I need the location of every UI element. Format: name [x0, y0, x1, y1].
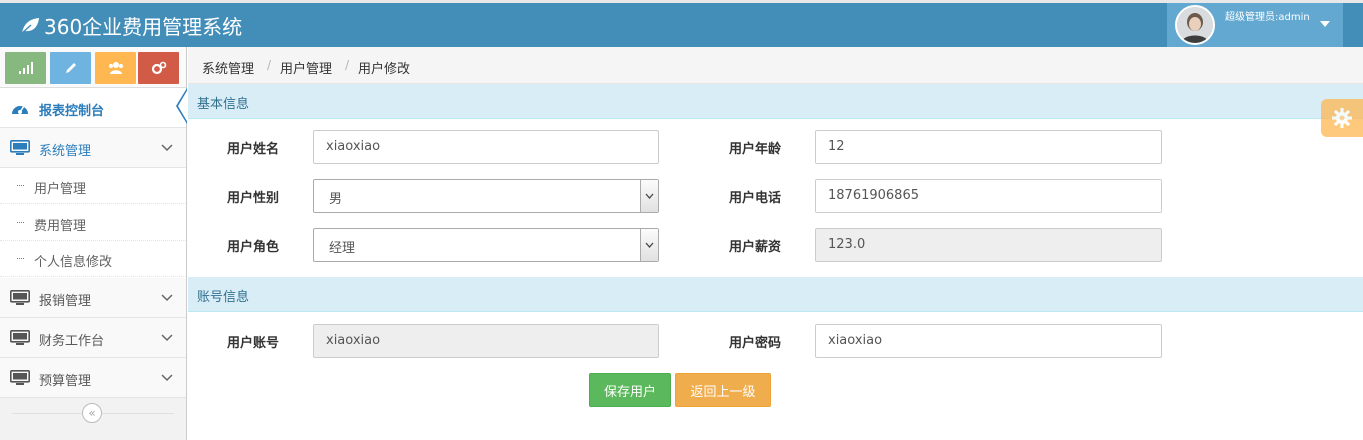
dashboard-icon — [12, 105, 28, 114]
chevron-down-icon — [161, 334, 173, 342]
select-arrow — [640, 229, 658, 261]
cogs-icon — [151, 61, 166, 75]
phone-label: 用户电话 — [729, 191, 782, 206]
name-label: 用户姓名 — [227, 142, 280, 157]
role-label: 用户角色 — [227, 240, 280, 255]
submenu-system: 用户管理 费用管理 个人信息修改 — [0, 168, 186, 278]
caret-down-icon — [1320, 21, 1330, 27]
phone-field[interactable]: 18761906865 — [815, 179, 1162, 213]
active-indicator-inner — [178, 89, 188, 123]
sidebar-item-expense-management[interactable]: 费用管理 — [0, 205, 186, 241]
age-label: 用户年龄 — [729, 142, 782, 157]
gear-icon — [1332, 108, 1352, 128]
breadcrumb-separator: / — [267, 58, 272, 72]
shortcut-signal-button[interactable] — [5, 52, 46, 84]
gender-label: 用户性别 — [227, 191, 280, 206]
section-title: 账号信息 — [197, 290, 250, 305]
sidebar-item-user-management[interactable]: 用户管理 — [0, 168, 186, 204]
sidebar-item-label: 预算管理 — [39, 374, 92, 389]
age-field[interactable]: 12 — [815, 130, 1162, 164]
leaf-icon — [20, 17, 39, 35]
breadcrumb-separator: / — [345, 58, 350, 72]
chevron-down-icon — [645, 242, 654, 248]
section-title: 基本信息 — [197, 97, 250, 112]
submenu-label: 用户管理 — [34, 182, 87, 197]
save-user-button[interactable]: 保存用户 — [589, 373, 671, 407]
pencil-icon — [65, 63, 76, 73]
section-basic-info: 基本信息 — [188, 84, 1363, 119]
sidebar: 报表控制台 系统管理 用户管理 费用管理 个人信息修改 报销管理 财务工作台 预… — [0, 47, 187, 440]
submenu-label: 费用管理 — [34, 219, 87, 234]
name-field[interactable]: xiaoxiao — [313, 130, 659, 164]
sidebar-item-label: 财务工作台 — [39, 334, 105, 349]
sidebar-item-budget[interactable]: 预算管理 — [0, 358, 186, 398]
user-menu[interactable]: 超级管理员:admin — [1167, 3, 1343, 47]
sidebar-item-profile-edit[interactable]: 个人信息修改 — [0, 241, 186, 277]
breadcrumb-item[interactable]: 用户管理 — [280, 58, 332, 77]
settings-button[interactable] — [1321, 99, 1363, 137]
navbar: 360企业费用管理系统 超级管理员:admin — [0, 0, 1363, 47]
desktop-icon — [10, 140, 30, 155]
user-label: 超级管理员:admin — [1225, 12, 1310, 23]
breadcrumb: 系统管理 / 用户管理 / 用户修改 — [188, 47, 1363, 84]
chevron-down-icon — [161, 374, 173, 382]
desktop-icon — [10, 290, 30, 305]
select-arrow — [640, 180, 658, 212]
account-label: 用户账号 — [227, 336, 280, 351]
role-select[interactable]: 经理 — [313, 228, 659, 262]
role-select-value: 经理 — [329, 241, 356, 256]
tree-dash — [17, 222, 24, 223]
chevron-down-icon — [161, 144, 173, 152]
gender-select-value: 男 — [329, 192, 343, 207]
breadcrumb-current: 用户修改 — [358, 62, 411, 77]
account-field: xiaoxiao — [313, 324, 659, 358]
sidebar-item-reimbursement[interactable]: 报销管理 — [0, 278, 186, 318]
submenu-label: 个人信息修改 — [34, 255, 113, 270]
sidebar-shortcuts — [0, 47, 186, 88]
password-field[interactable]: xiaoxiao — [815, 324, 1162, 358]
tree-dash — [17, 258, 24, 259]
brand[interactable]: 360企业费用管理系统 — [20, 11, 242, 40]
signal-icon — [18, 62, 33, 74]
shortcut-users-button[interactable] — [95, 52, 136, 84]
sidebar-item-label: 系统管理 — [39, 144, 92, 159]
sidebar-item-label: 报销管理 — [39, 294, 92, 309]
sidebar-collapse-bar: « — [0, 403, 186, 423]
sidebar-item-system[interactable]: 系统管理 — [0, 128, 186, 168]
avatar — [1175, 5, 1215, 45]
desktop-icon — [10, 370, 30, 385]
back-button[interactable]: 返回上一级 — [675, 373, 771, 407]
gender-select[interactable]: 男 — [313, 179, 659, 213]
breadcrumb-item[interactable]: 系统管理 — [202, 58, 254, 77]
sidebar-item-label: 报表控制台 — [39, 104, 105, 119]
sidebar-item-dashboard[interactable]: 报表控制台 — [0, 88, 186, 128]
double-chevron-left-icon: « — [88, 406, 96, 420]
salary-field: 123.0 — [815, 228, 1162, 262]
chevron-down-icon — [161, 294, 173, 302]
salary-label: 用户薪资 — [729, 240, 782, 255]
collapse-sidebar-button[interactable]: « — [82, 403, 102, 423]
users-icon — [108, 62, 123, 74]
password-label: 用户密码 — [729, 336, 782, 351]
desktop-icon — [10, 330, 30, 345]
section-account-info: 账号信息 — [188, 277, 1363, 312]
sidebar-item-finance[interactable]: 财务工作台 — [0, 318, 186, 358]
shortcut-cogs-button[interactable] — [138, 52, 179, 84]
tree-dash — [17, 185, 24, 186]
shortcut-pencil-button[interactable] — [50, 52, 91, 84]
chevron-down-icon — [645, 193, 654, 199]
app-title: 360企业费用管理系统 — [44, 15, 243, 39]
